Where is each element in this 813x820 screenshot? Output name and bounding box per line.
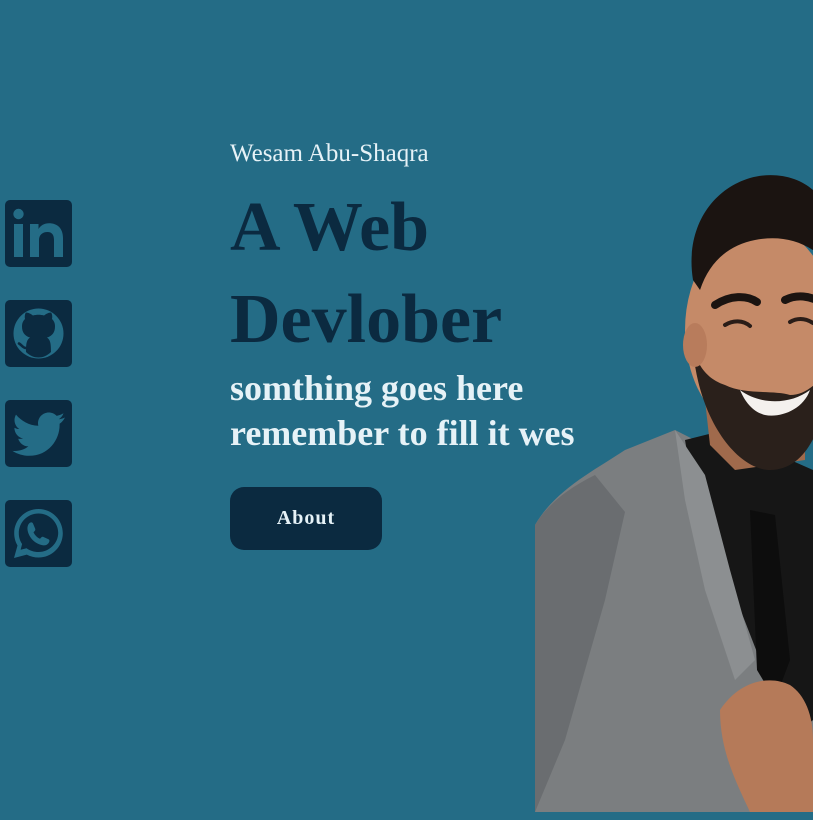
- twitter-icon[interactable]: [5, 400, 72, 467]
- github-icon[interactable]: [5, 300, 72, 367]
- about-button[interactable]: About: [230, 487, 382, 550]
- whatsapp-icon[interactable]: [5, 500, 72, 567]
- profile-photo: [535, 175, 813, 812]
- linkedin-icon[interactable]: [5, 200, 72, 267]
